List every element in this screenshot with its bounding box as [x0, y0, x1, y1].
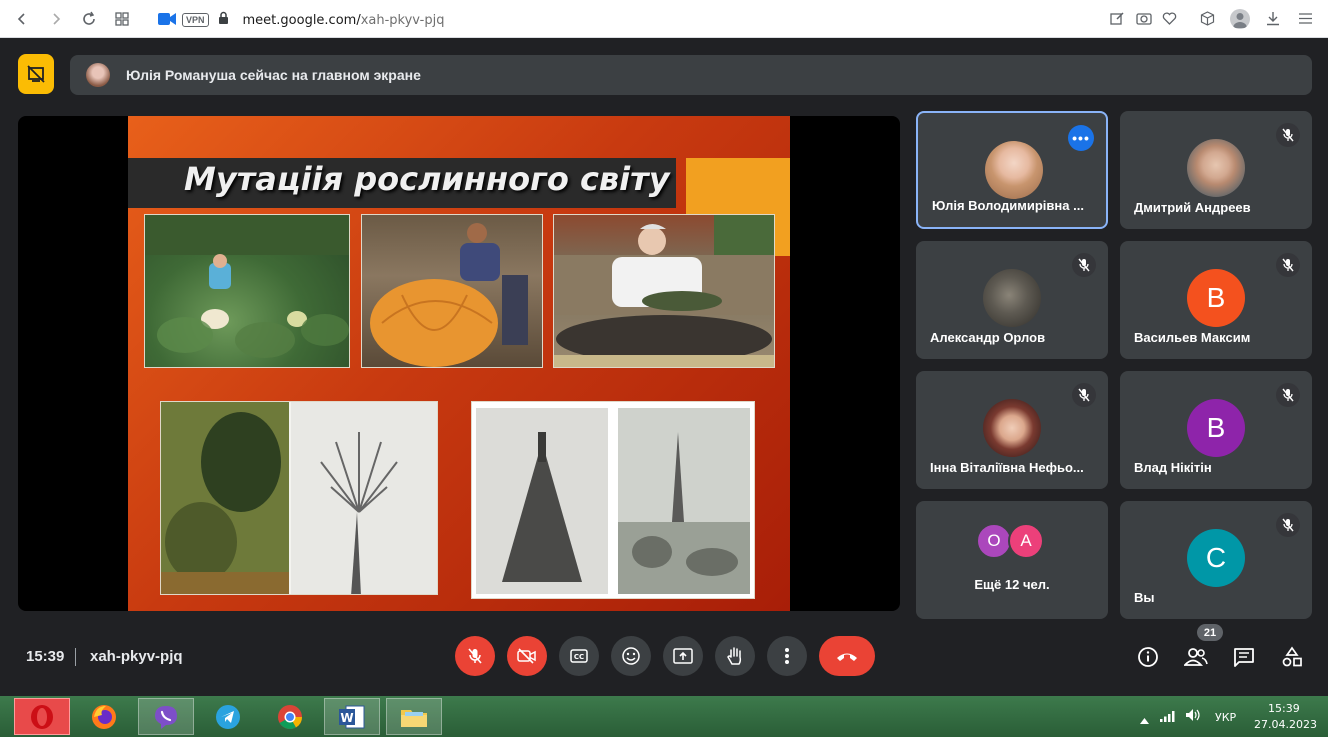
back-icon[interactable]: [10, 7, 34, 31]
camera-icon[interactable]: [1136, 11, 1152, 30]
stop-presenting-icon[interactable]: [18, 54, 54, 94]
volume-icon[interactable]: [1185, 708, 1201, 727]
captions-button[interactable]: CC: [559, 636, 599, 676]
leave-call-button[interactable]: [819, 636, 875, 676]
mic-toggle-button[interactable]: [455, 636, 495, 676]
more-options-icon[interactable]: •••: [1068, 125, 1094, 151]
raise-hand-button[interactable]: [715, 636, 755, 676]
menu-icon[interactable]: [1298, 12, 1313, 30]
svg-text:CC: CC: [574, 653, 584, 661]
presentation-notice-text: Юлія Романуша сейчас на главном экране: [126, 67, 421, 83]
participant-tile-vlad[interactable]: В Влад Нікітін: [1120, 371, 1312, 489]
participant-name: Дмитрий Андреев: [1134, 200, 1251, 215]
address-bar[interactable]: meet.google.com/xah-pkyv-pjq: [243, 13, 445, 28]
giant-zucchini-photo: [553, 214, 775, 368]
heart-icon[interactable]: [1162, 12, 1177, 30]
mic-off-icon: [1276, 123, 1300, 147]
more-options-button[interactable]: [767, 636, 807, 676]
participant-tile-yulia[interactable]: ••• Юлія Володимирівна ...: [916, 111, 1108, 229]
chrome-icon[interactable]: [262, 698, 318, 735]
profile-icon[interactable]: [1230, 9, 1250, 29]
activities-icon[interactable]: [1279, 644, 1305, 670]
download-icon[interactable]: [1266, 11, 1280, 31]
reload-icon[interactable]: [77, 7, 101, 31]
network-icon[interactable]: [1160, 709, 1176, 727]
participant-tile-inna[interactable]: Інна Віталіївна Нефьо...: [916, 371, 1108, 489]
participant-name: Васильев Максим: [1134, 330, 1251, 345]
participant-avatar: В: [1187, 269, 1245, 327]
mic-off-icon: [1276, 253, 1300, 277]
edit-icon[interactable]: [1110, 11, 1125, 31]
tabs-grid-icon[interactable]: [110, 7, 134, 31]
participant-name: Александр Орлов: [930, 330, 1046, 345]
camera-toggle-button[interactable]: [507, 636, 547, 676]
explorer-icon[interactable]: [386, 698, 442, 735]
mic-off-icon: [1072, 383, 1096, 407]
tray-expand-icon[interactable]: [1140, 711, 1149, 729]
opera-icon[interactable]: [14, 698, 70, 735]
giant-pumpkin-photo: [361, 214, 543, 368]
presentation-slide: Мутаціія рослинного світу: [128, 116, 790, 611]
meeting-info-icon[interactable]: [1135, 644, 1161, 670]
mic-off-icon: [1276, 383, 1300, 407]
divider: [75, 648, 76, 666]
participant-name: Юлія Володимирівна ...: [932, 198, 1084, 213]
presenter-avatar: [86, 63, 110, 87]
chat-icon[interactable]: [1231, 644, 1257, 670]
spruce-mutation-photo: [471, 401, 755, 599]
viber-icon[interactable]: [138, 698, 194, 735]
participant-avatar: [1187, 139, 1245, 197]
forward-icon[interactable]: [44, 7, 68, 31]
mic-off-icon: [1072, 253, 1096, 277]
participant-avatar: [985, 141, 1043, 199]
svg-text:W: W: [340, 711, 353, 725]
participant-avatar-mini: А: [1008, 523, 1044, 559]
self-avatar: С: [1187, 529, 1245, 587]
emoji-reactions-button[interactable]: [611, 636, 651, 676]
telegram-icon[interactable]: [200, 698, 256, 735]
vpn-badge[interactable]: VPN: [182, 13, 209, 27]
extension-cube-icon[interactable]: [1200, 11, 1215, 31]
meeting-clock: 15:39: [26, 648, 65, 665]
participant-tile-dmitriy[interactable]: Дмитрий Андреев: [1120, 111, 1312, 229]
tray-clock-date[interactable]: 27.04.2023: [1254, 718, 1317, 731]
participant-avatar: [983, 269, 1041, 327]
pine-mutation-photo: [160, 401, 438, 595]
cauliflower-photo: [144, 214, 350, 368]
participant-name: Вы: [1134, 590, 1155, 605]
participant-tile-vasilyev[interactable]: В Васильев Максим: [1120, 241, 1312, 359]
word-icon[interactable]: W: [324, 698, 380, 735]
windows-taskbar: W УКР 15:39 27.04.2023: [0, 696, 1328, 737]
present-screen-button[interactable]: [663, 636, 703, 676]
slide-title: Мутаціія рослинного світу: [184, 160, 670, 198]
participant-avatar: [983, 399, 1041, 457]
presentation-notice-bar: Юлія Романуша сейчас на главном экране: [70, 55, 1312, 95]
participant-name: Інна Віталіївна Нефьо...: [930, 460, 1084, 475]
mic-off-icon: [1276, 513, 1300, 537]
tray-clock-time[interactable]: 15:39: [1268, 702, 1300, 715]
people-icon[interactable]: [1183, 644, 1209, 670]
participant-avatar: В: [1187, 399, 1245, 457]
main-presentation-stage[interactable]: Мутаціія рослинного світу: [18, 116, 900, 611]
more-participants-tile[interactable]: О А Ещё 12 чел.: [916, 501, 1108, 619]
firefox-icon[interactable]: [76, 698, 132, 735]
meet-window: Юлія Романуша сейчас на главном экране М…: [0, 38, 1328, 696]
lock-icon[interactable]: [218, 11, 229, 29]
participant-avatar-mini: О: [976, 523, 1012, 559]
keyboard-language[interactable]: УКР: [1215, 711, 1236, 724]
more-participants-label: Ещё 12 чел.: [974, 577, 1050, 592]
meeting-code: xah-pkyv-pjq: [90, 648, 183, 665]
meet-favicon: [158, 12, 176, 31]
participant-count-badge: 21: [1197, 624, 1223, 641]
browser-toolbar: VPN meet.google.com/xah-pkyv-pjq: [0, 0, 1328, 38]
self-tile[interactable]: С Вы: [1120, 501, 1312, 619]
participant-tile-alexandr[interactable]: Александр Орлов: [916, 241, 1108, 359]
participant-name: Влад Нікітін: [1134, 460, 1212, 475]
